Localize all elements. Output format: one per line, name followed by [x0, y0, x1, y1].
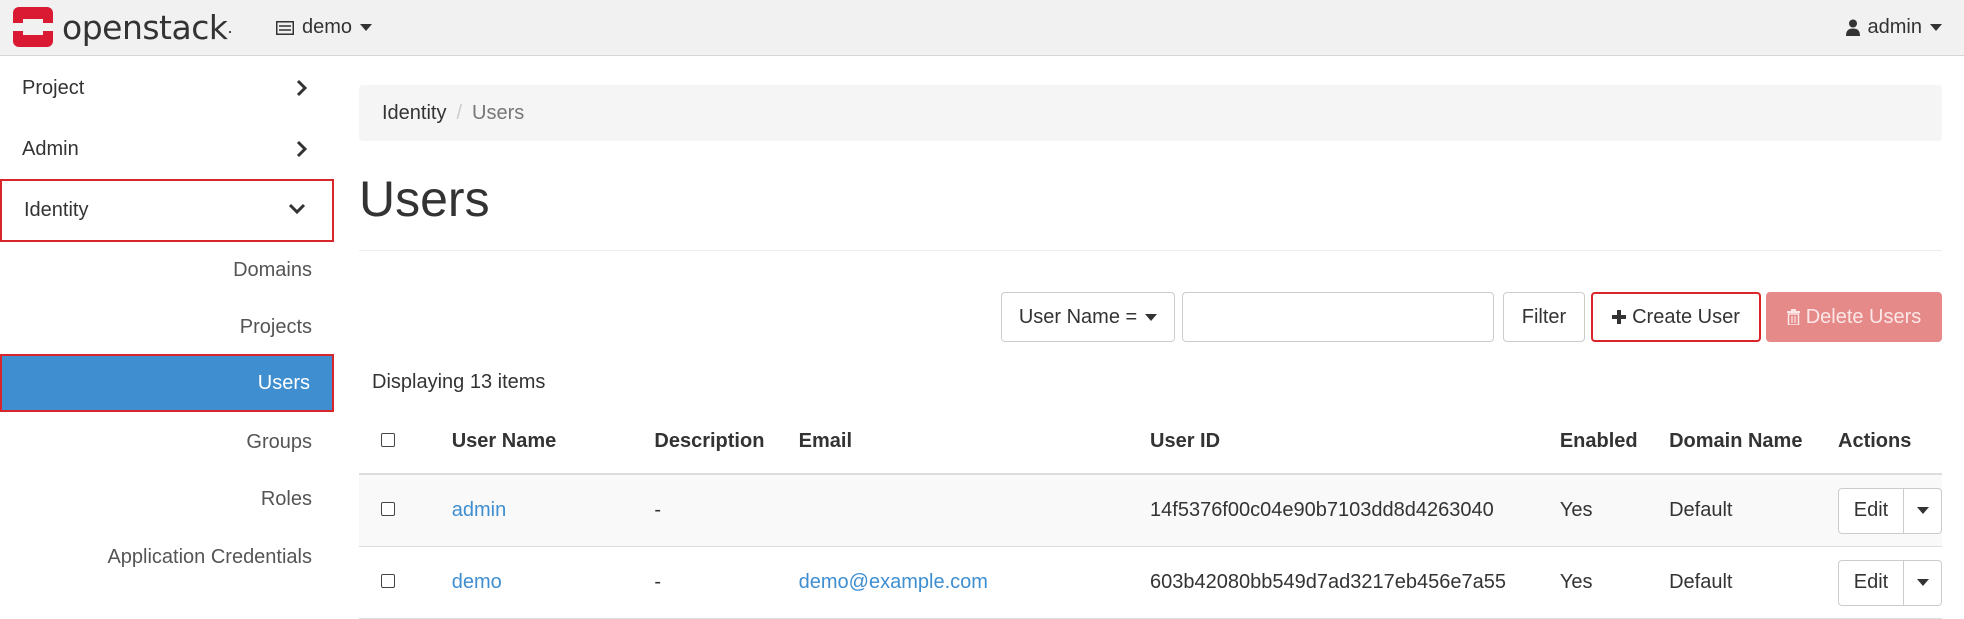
project-selector[interactable]: demo	[276, 16, 373, 39]
project-name: demo	[302, 16, 353, 38]
page-title: Users	[359, 171, 490, 227]
chevron-right-icon	[296, 79, 308, 97]
column-header-description[interactable]: Description	[654, 409, 799, 475]
user-id-cell: 603b42080bb549d7ad3217eb456e7a55	[1150, 546, 1560, 619]
sidebar-item-label: Application Credentials	[107, 545, 312, 568]
column-header-email[interactable]: Email	[798, 409, 1151, 475]
user-menu[interactable]: admin	[1845, 16, 1942, 39]
edit-button[interactable]: Edit	[1838, 487, 1904, 534]
logo-text: openstack	[62, 7, 228, 47]
filter-button[interactable]: Filter	[1503, 292, 1585, 342]
sidebar-item-roles[interactable]: Roles	[0, 471, 334, 527]
chevron-down-icon	[1916, 507, 1929, 514]
user-id-cell: 14f5376f00c04e90b7103dd8d4263040	[1150, 474, 1560, 547]
chevron-down-icon	[360, 24, 373, 31]
table-row: demo - demo@example.com 603b42080bb549d7…	[359, 546, 1942, 619]
delete-users-label: Delete Users	[1805, 305, 1922, 328]
description-cell: -	[654, 546, 799, 619]
row-actions: Edit	[1838, 487, 1942, 534]
sidebar-item-users[interactable]: Users	[0, 354, 334, 412]
sidebar-item-label: Identity	[24, 199, 89, 221]
row-actions-dropdown[interactable]	[1904, 559, 1942, 606]
sidebar-item-identity[interactable]: Identity	[0, 179, 334, 242]
column-header-enabled[interactable]: Enabled	[1559, 409, 1670, 475]
column-header-user-name[interactable]: User Name	[451, 409, 655, 475]
row-checkbox[interactable]	[381, 502, 395, 516]
chevron-right-icon	[296, 140, 308, 158]
sidebar-item-label: Admin	[22, 137, 79, 160]
chevron-down-icon	[1930, 24, 1942, 31]
filter-field-select[interactable]: User Name =	[1001, 292, 1175, 342]
sidebar-item-domains[interactable]: Domains	[0, 242, 334, 298]
sidebar-item-groups[interactable]: Groups	[0, 414, 334, 470]
actions-cell: Edit	[1838, 546, 1942, 619]
user-name-cell: admin	[451, 474, 655, 547]
sidebar-item-label: Users	[257, 371, 310, 394]
sidebar-item-label: Roles	[260, 487, 312, 510]
row-select-cell	[359, 546, 452, 619]
row-actions: Edit	[1838, 559, 1942, 606]
column-header-actions: Actions	[1838, 409, 1942, 475]
row-checkbox[interactable]	[381, 574, 395, 588]
user-icon	[1845, 19, 1860, 36]
plus-icon	[1612, 310, 1627, 324]
chevron-down-icon	[1916, 579, 1929, 586]
openstack-logo[interactable]: openstack.	[12, 7, 232, 47]
column-header-user-id[interactable]: User ID	[1150, 409, 1560, 475]
email-cell: demo@example.com	[798, 546, 1151, 619]
user-name-link[interactable]: demo	[452, 571, 502, 593]
select-all-cell	[359, 409, 452, 475]
item-count: Displaying 13 items	[372, 371, 546, 393]
user-name-link[interactable]: admin	[452, 499, 506, 521]
sidebar-item-label: Projects	[239, 315, 312, 338]
project-list-icon	[276, 20, 294, 35]
sidebar-item-projects[interactable]: Projects	[0, 299, 334, 355]
create-user-button[interactable]: Create User	[1591, 292, 1761, 342]
column-header-domain-name[interactable]: Domain Name	[1669, 409, 1838, 475]
breadcrumb: Identity / Users	[359, 85, 1942, 141]
trash-icon	[1786, 309, 1800, 325]
sidebar-item-label: Project	[22, 76, 85, 99]
sidebar: Project Admin Identity Domains Projects …	[0, 56, 338, 605]
top-navbar: openstack. demo admin	[0, 0, 1964, 56]
select-all-checkbox[interactable]	[381, 432, 395, 447]
domain-name-cell: Default	[1669, 546, 1838, 619]
enabled-cell: Yes	[1559, 474, 1670, 547]
logo-dot: .	[227, 16, 233, 37]
sidebar-item-admin[interactable]: Admin	[0, 120, 334, 178]
chevron-down-icon	[288, 203, 306, 215]
user-name-cell: demo	[451, 546, 655, 619]
filter-button-label: Filter	[1521, 305, 1567, 328]
divider	[359, 250, 1942, 251]
users-table: User Name Description Email User ID Enab…	[359, 409, 1942, 619]
openstack-logo-icon	[13, 7, 53, 47]
sidebar-item-application-credentials[interactable]: Application Credentials	[0, 529, 334, 585]
breadcrumb-separator: /	[456, 101, 463, 124]
user-name: admin	[1867, 16, 1922, 38]
edit-button[interactable]: Edit	[1838, 559, 1904, 606]
description-cell: -	[654, 474, 799, 547]
breadcrumb-parent[interactable]: Identity	[382, 102, 446, 125]
delete-users-button[interactable]: Delete Users	[1766, 292, 1942, 342]
create-user-label: Create User	[1632, 305, 1740, 328]
filter-field-label: User Name =	[1018, 305, 1138, 328]
email-link[interactable]: demo@example.com	[799, 571, 988, 593]
row-select-cell	[359, 474, 452, 547]
filter-input[interactable]	[1182, 292, 1494, 342]
domain-name-cell: Default	[1669, 474, 1838, 547]
table-row: admin - 14f5376f00c04e90b7103dd8d4263040…	[359, 474, 1942, 547]
breadcrumb-current: Users	[472, 101, 525, 124]
row-actions-dropdown[interactable]	[1904, 487, 1942, 534]
sidebar-item-project[interactable]: Project	[0, 59, 334, 117]
chevron-down-icon	[1145, 313, 1158, 321]
sidebar-item-label: Groups	[246, 430, 312, 453]
sidebar-item-label: Domains	[233, 258, 312, 281]
table-header-row: User Name Description Email User ID Enab…	[359, 409, 1942, 475]
actions-cell: Edit	[1838, 474, 1942, 547]
email-cell	[798, 474, 1151, 547]
enabled-cell: Yes	[1559, 546, 1670, 619]
